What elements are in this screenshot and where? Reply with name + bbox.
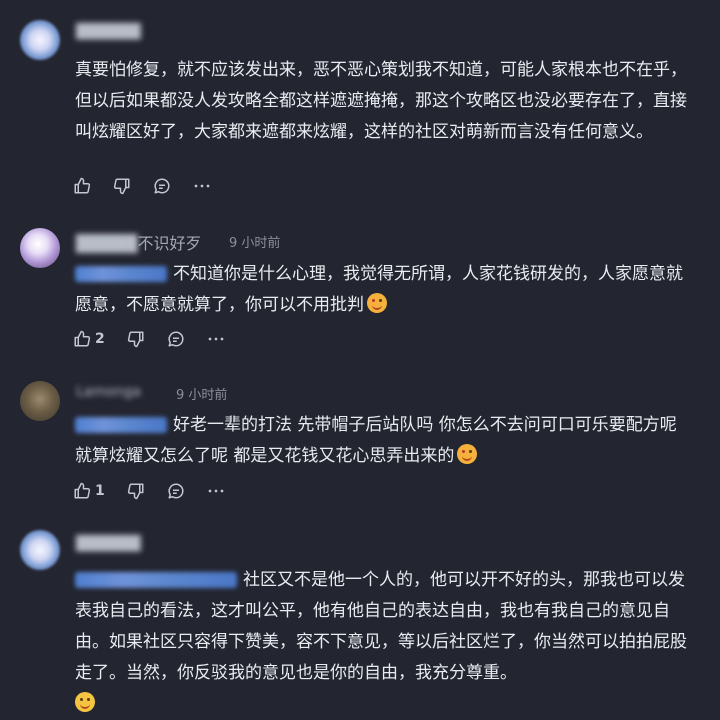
avatar[interactable]	[20, 20, 60, 60]
mention-tag[interactable]	[75, 266, 167, 282]
mention-tag[interactable]	[75, 572, 237, 588]
comment-actions: 1	[73, 480, 247, 502]
thumbs-down-icon	[127, 331, 144, 348]
more-button[interactable]	[193, 177, 211, 195]
username[interactable]: ██████	[76, 24, 141, 40]
blush-emoji-icon	[367, 293, 387, 313]
timestamp: 9 小时前	[176, 388, 228, 403]
comment-text: 好老一辈的打法 先带帽子后站队吗 你怎么不去问可口可乐要配方呢 就算炫耀又怎么了…	[75, 410, 697, 472]
thumbs-down-icon	[127, 483, 144, 500]
blush-emoji-icon	[457, 444, 478, 464]
like-button[interactable]: 1	[73, 482, 105, 500]
username-blurred: █████	[76, 234, 138, 253]
comment-text: 真要怕修复，就不应该发出来，恶不恶心策划我不知道，可能人家根本也不在乎，但以后如…	[75, 60, 687, 142]
thumbs-up-icon	[74, 482, 91, 499]
like-button[interactable]	[73, 177, 91, 195]
avatar[interactable]	[20, 381, 60, 421]
like-count: 1	[95, 483, 105, 499]
comment-icon	[168, 331, 184, 347]
comment-icon	[168, 483, 184, 499]
reply-button[interactable]	[167, 482, 185, 500]
smile-emoji-icon	[75, 692, 95, 712]
avatar[interactable]	[20, 228, 60, 268]
username[interactable]: ██████	[76, 536, 141, 552]
reply-button[interactable]	[153, 177, 171, 195]
avatar[interactable]	[20, 530, 60, 570]
like-button[interactable]: 2	[73, 330, 105, 348]
thumbs-up-icon	[74, 177, 91, 194]
thumbs-down-icon	[113, 178, 130, 195]
more-button[interactable]	[207, 482, 225, 500]
username[interactable]: █████不识好歹	[76, 230, 202, 254]
dislike-button[interactable]	[127, 482, 145, 500]
comment-text: 不知道你是什么心理，我觉得无所谓，人家花钱研发的，人家愿意就愿意，不愿意就算了，…	[75, 259, 697, 321]
dislike-button[interactable]	[113, 177, 131, 195]
comment-actions: 2	[73, 328, 247, 350]
comment-actions	[73, 175, 233, 197]
more-icon	[208, 337, 224, 341]
timestamp: 9 小时前	[229, 236, 281, 251]
comment-text: 社区又不是他一个人的，他可以开不好的头，那我也可以发表我自己的看法，这才叫公平，…	[75, 565, 697, 720]
username[interactable]: Lamonga	[76, 384, 141, 400]
comment-icon	[154, 178, 170, 194]
username-visible: 不识好歹	[137, 234, 202, 253]
thumbs-up-icon	[74, 330, 91, 347]
more-icon	[208, 489, 224, 493]
more-icon	[194, 184, 210, 188]
like-count: 2	[95, 331, 105, 347]
mention-tag[interactable]	[75, 417, 167, 433]
dislike-button[interactable]	[127, 330, 145, 348]
reply-button[interactable]	[167, 330, 185, 348]
more-button[interactable]	[207, 330, 225, 348]
